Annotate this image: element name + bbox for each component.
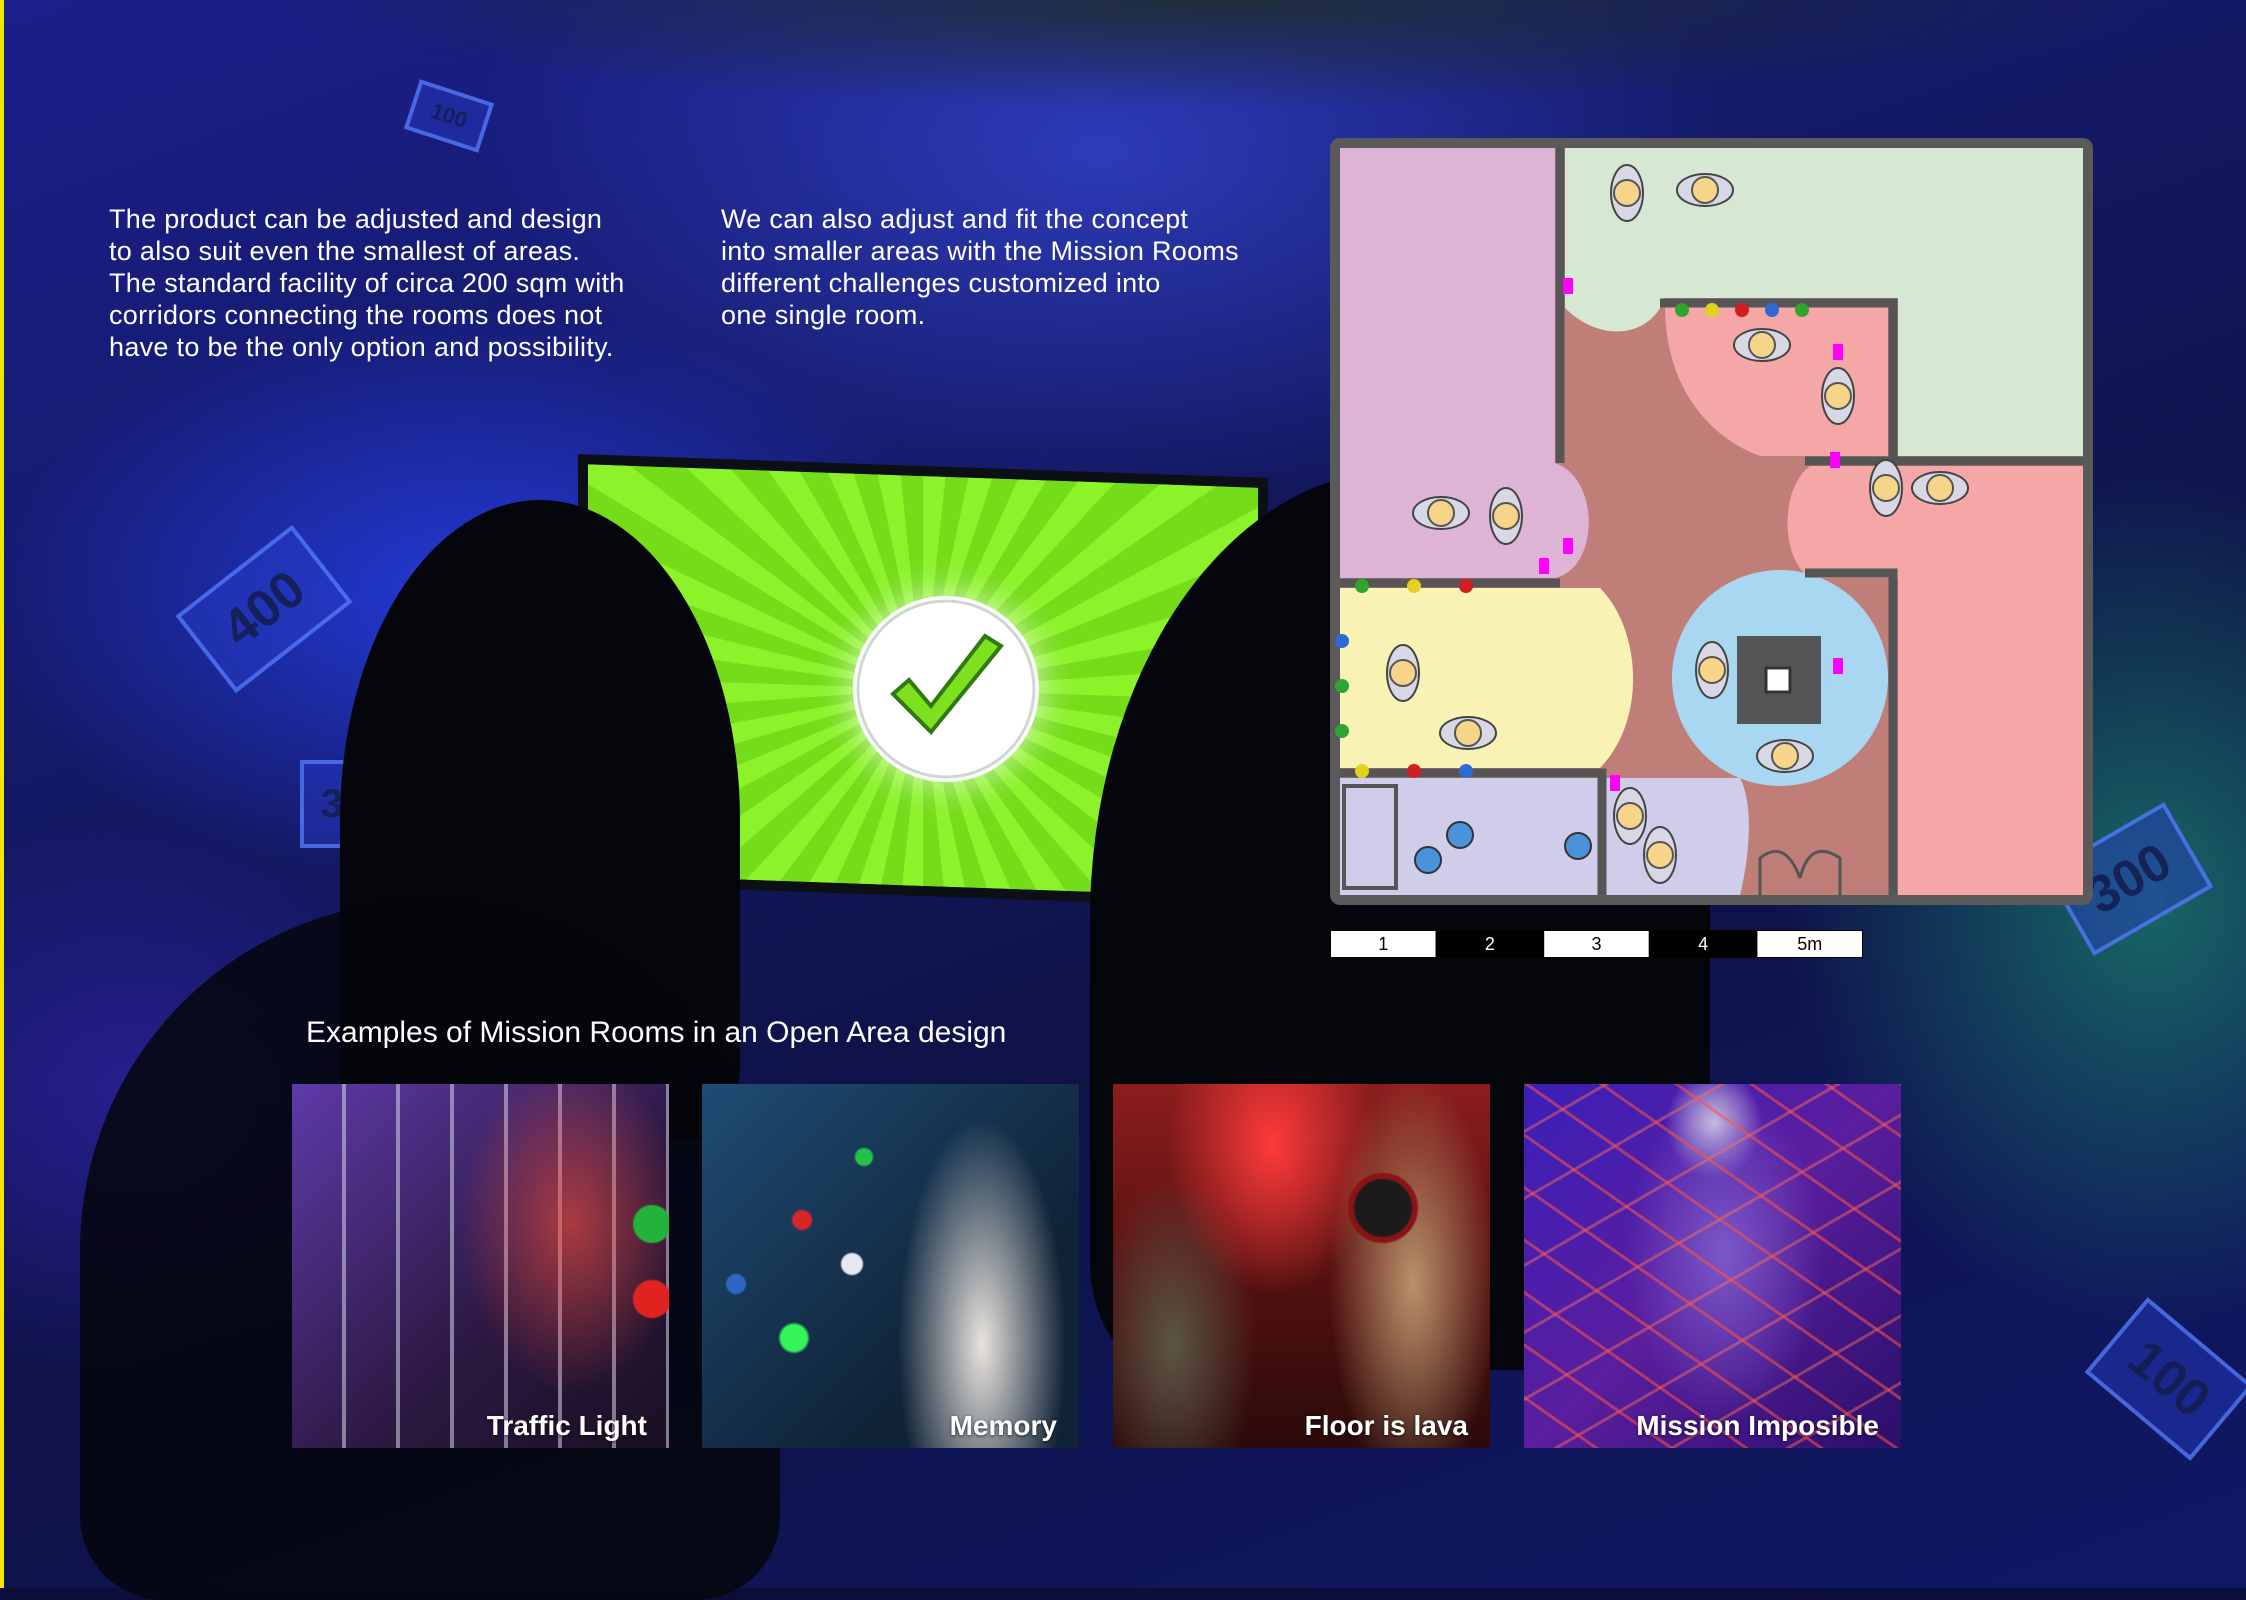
challenge-light: [1459, 579, 1473, 593]
player-figure: [1643, 826, 1677, 884]
challenge-light: [1335, 724, 1349, 738]
player-figure: [1821, 367, 1855, 425]
door-marker: [1833, 344, 1843, 360]
scale-label: 3: [1591, 934, 1601, 954]
memory-photo: [702, 1084, 1079, 1448]
floor-is-lava-photo: [1113, 1084, 1490, 1448]
text-line: to also suit even the smallest of areas.: [109, 236, 581, 266]
challenge-light: [1335, 679, 1349, 693]
scale-label: 1: [1378, 934, 1388, 954]
door-marker: [1833, 658, 1843, 674]
example-card-traffic-light[interactable]: Traffic Light: [292, 1084, 669, 1448]
player-figure: [1610, 164, 1644, 222]
card-label: Traffic Light: [486, 1410, 647, 1441]
memory-button: [1564, 832, 1592, 860]
scale-label: 4: [1698, 934, 1708, 954]
text-line: The product can be adjusted and design: [109, 204, 603, 234]
floor-plan: [1330, 138, 2093, 905]
challenge-light: [1459, 764, 1473, 778]
card-label: Memory: [949, 1410, 1057, 1441]
challenge-light: [1705, 303, 1719, 317]
intro-paragraph-right: We can also adjust and fit the concept i…: [721, 203, 1239, 331]
challenge-light: [1407, 764, 1421, 778]
scale-label: 2: [1485, 934, 1495, 954]
traffic-light-photo: [292, 1084, 669, 1448]
player-figure: [1613, 787, 1647, 845]
example-card-memory[interactable]: Memory: [702, 1084, 1079, 1448]
mission-imposible-photo: [1524, 1084, 1901, 1448]
door-marker: [1563, 278, 1573, 294]
challenge-light: [1675, 303, 1689, 317]
page-edge-strip: [0, 0, 4, 1588]
text-line: one single room.: [721, 300, 926, 330]
player-figure: [1756, 739, 1814, 773]
text-line: different challenges customized into: [721, 268, 1161, 298]
player-figure: [1489, 487, 1523, 545]
intro-paragraph-left: The product can be adjusted and design t…: [109, 203, 625, 363]
player-figure: [1676, 173, 1734, 207]
checkmark-icon: [853, 596, 1039, 782]
challenge-light: [1735, 303, 1749, 317]
door-marker: [1610, 775, 1620, 791]
player-figure: [1412, 496, 1470, 530]
door-marker: [1830, 452, 1840, 468]
text-line: corridors connecting the rooms does not: [109, 300, 603, 330]
door-marker: [1539, 558, 1549, 574]
player-figure: [1386, 644, 1420, 702]
scale-label: 5m: [1797, 934, 1822, 954]
challenge-light: [1765, 303, 1779, 317]
card-label: Mission Imposible: [1636, 1410, 1879, 1441]
example-card-floor-is-lava[interactable]: Floor is lava: [1113, 1084, 1490, 1448]
player-figure: [1439, 716, 1497, 750]
room-lavender: [1340, 778, 1749, 895]
memory-button: [1414, 846, 1442, 874]
door-marker: [1563, 538, 1573, 554]
player-figure: [1869, 459, 1903, 517]
challenge-light: [1795, 303, 1809, 317]
text-line: We can also adjust and fit the concept: [721, 204, 1189, 234]
ceiling-foliage: [260, 0, 2160, 110]
card-label: Floor is lava: [1304, 1410, 1468, 1441]
text-line: into smaller areas with the Mission Room…: [721, 236, 1239, 266]
challenge-light: [1355, 579, 1369, 593]
challenge-light: [1407, 579, 1421, 593]
challenge-light: [1335, 634, 1349, 648]
examples-title: Examples of Mission Rooms in an Open Are…: [306, 1016, 1007, 1049]
text-line: The standard facility of circa 200 sqm w…: [109, 268, 625, 298]
player-figure: [1695, 641, 1729, 699]
player-figure: [1733, 328, 1791, 362]
text-line: have to be the only option and possibili…: [109, 332, 614, 362]
memory-button: [1446, 821, 1474, 849]
scale-bar: 1 2 3 4 5m: [1329, 929, 1864, 959]
player-figure: [1911, 471, 1969, 505]
example-card-mission-imposible[interactable]: Mission Imposible: [1524, 1084, 1901, 1448]
challenge-light: [1355, 764, 1369, 778]
